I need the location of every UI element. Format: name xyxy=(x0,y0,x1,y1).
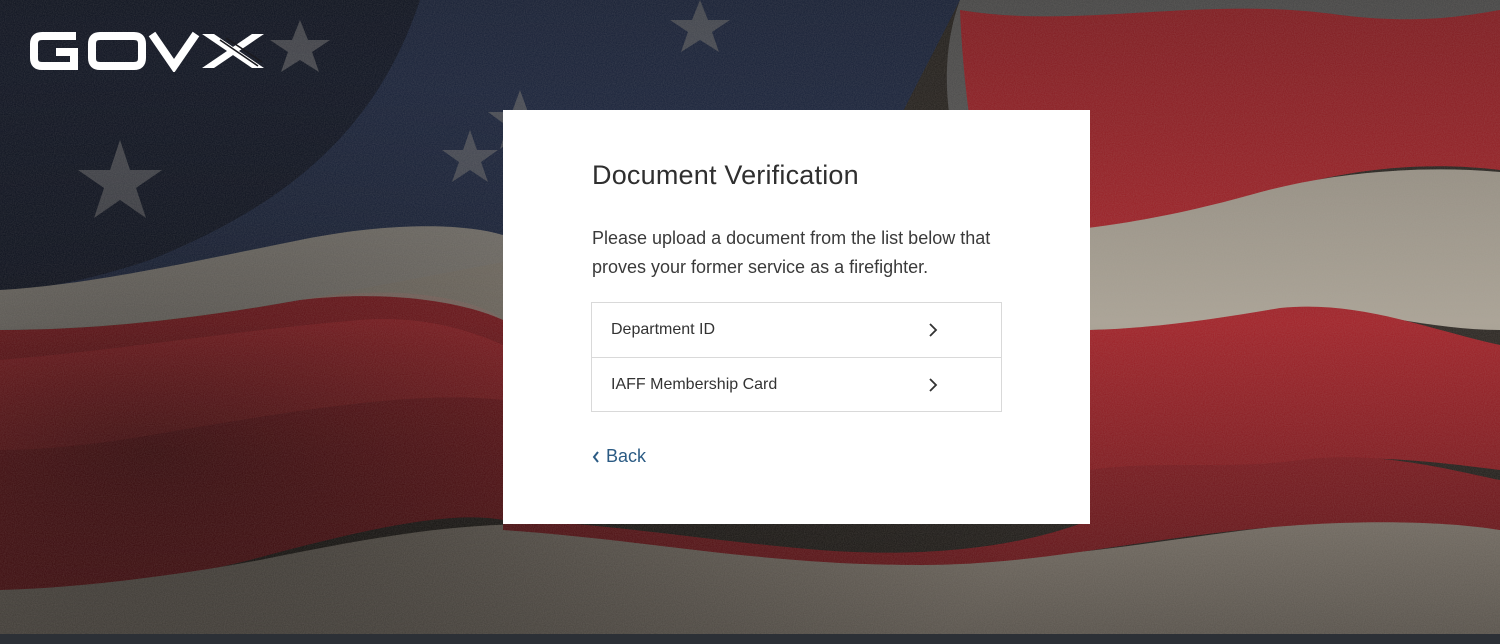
govx-logo[interactable] xyxy=(30,30,266,72)
bottom-bar xyxy=(0,634,1500,644)
document-options-list: Department ID IAFF Membership Card xyxy=(591,302,1002,412)
back-label: Back xyxy=(606,446,647,466)
page: Document Verification Please upload a do… xyxy=(0,0,1500,644)
document-option-label: Department ID xyxy=(611,321,716,338)
chevron-right-icon xyxy=(929,377,938,392)
govx-logo-mark xyxy=(30,31,264,72)
card-title: Document Verification xyxy=(592,160,859,190)
document-option-label: IAFF Membership Card xyxy=(611,375,778,393)
document-option-iaff-membership-card[interactable]: IAFF Membership Card xyxy=(592,357,1001,411)
document-option-department-id[interactable]: Department ID xyxy=(592,303,1001,357)
document-verification-card: Document Verification Please upload a do… xyxy=(503,110,1090,524)
chevron-left-icon xyxy=(592,450,599,463)
card-description: Please upload a document from the list b… xyxy=(592,228,991,277)
chevron-right-icon xyxy=(929,323,938,337)
back-link[interactable]: Back xyxy=(591,446,646,467)
